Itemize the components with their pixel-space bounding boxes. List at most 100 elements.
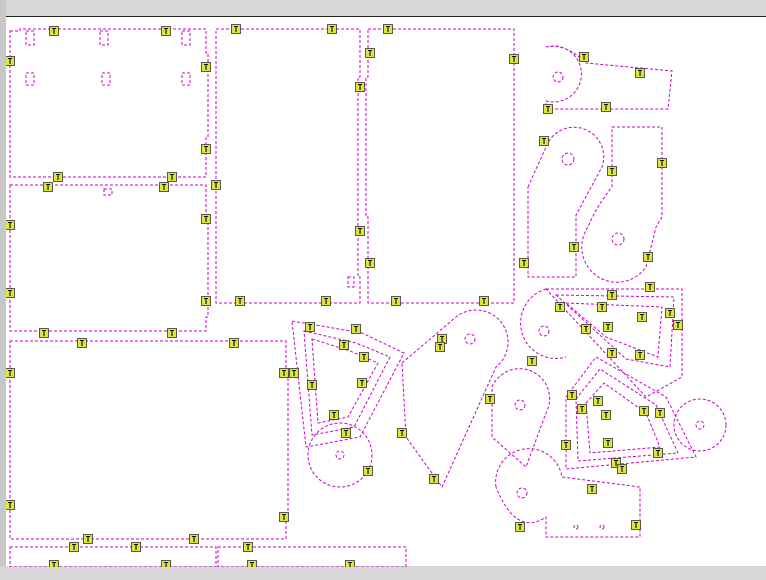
tab-marker[interactable]: T	[279, 368, 289, 379]
tab-marker[interactable]: T	[581, 324, 591, 335]
tab-marker[interactable]: T	[579, 52, 589, 63]
tab-marker[interactable]: T	[321, 296, 331, 307]
tab-marker[interactable]: T	[211, 180, 221, 191]
tab-marker[interactable]: T	[555, 302, 565, 313]
tab-marker[interactable]: T	[515, 522, 525, 533]
tab-marker[interactable]: T	[657, 158, 667, 169]
tab-marker[interactable]: T	[639, 406, 649, 417]
tab-marker[interactable]: T	[643, 252, 653, 263]
tab-marker[interactable]: T	[597, 302, 607, 313]
tab-marker[interactable]: T	[201, 296, 211, 307]
tab-marker[interactable]: T	[397, 428, 407, 439]
tab-marker[interactable]: T	[201, 214, 211, 225]
tab-marker[interactable]: T	[601, 102, 611, 113]
tab-marker[interactable]: T	[561, 440, 571, 451]
tab-marker[interactable]: T	[567, 390, 577, 401]
tab-marker[interactable]: T	[665, 308, 675, 319]
tab-marker[interactable]: T	[357, 378, 367, 389]
tab-marker[interactable]: T	[359, 352, 369, 363]
tab-marker[interactable]: T	[607, 290, 617, 301]
tab-marker[interactable]: T	[83, 534, 93, 545]
tab-marker[interactable]: T	[543, 104, 553, 115]
tab-marker[interactable]: T	[435, 342, 445, 353]
tab-marker[interactable]: T	[49, 560, 59, 568]
tab-marker[interactable]: T	[539, 136, 549, 147]
tab-marker[interactable]: T	[49, 26, 59, 37]
tab-marker[interactable]: T	[637, 312, 647, 323]
tab-marker[interactable]: T	[6, 500, 15, 511]
tab-marker[interactable]: T	[339, 340, 349, 351]
tab-marker[interactable]: T	[655, 408, 665, 419]
tab-marker[interactable]: T	[603, 438, 613, 449]
tab-marker[interactable]: T	[305, 322, 315, 333]
tab-marker-label: T	[8, 289, 13, 298]
tab-marker[interactable]: T	[635, 68, 645, 79]
tab-marker[interactable]: T	[69, 542, 79, 553]
tab-marker[interactable]: T	[617, 464, 627, 475]
tab-marker[interactable]: T	[189, 534, 199, 545]
tab-marker[interactable]: T	[429, 474, 439, 485]
tab-marker[interactable]: T	[201, 144, 211, 155]
part-boss	[307, 422, 373, 488]
tab-marker[interactable]: T	[167, 172, 177, 183]
tab-marker[interactable]: T	[607, 166, 617, 177]
tab-marker[interactable]: T	[673, 320, 683, 331]
tab-marker[interactable]: T	[167, 328, 177, 339]
tab-marker[interactable]: T	[6, 56, 15, 67]
tab-marker[interactable]: T	[645, 282, 655, 293]
tab-marker[interactable]: T	[601, 410, 611, 421]
layout-sheet[interactable]: T T T T T T T T T T T T T T T T T T T T T T T T T T T T T T T T T T T T T T T T…	[6, 17, 766, 567]
tab-marker[interactable]: T	[243, 542, 253, 553]
tab-marker-label: T	[604, 103, 609, 112]
tab-marker[interactable]: T	[485, 394, 495, 405]
tab-marker-label: T	[646, 253, 651, 262]
tab-marker[interactable]: T	[635, 350, 645, 361]
tab-marker[interactable]: T	[341, 428, 351, 439]
tab-marker[interactable]: T	[77, 338, 87, 349]
tab-marker[interactable]: T	[161, 26, 171, 37]
tab-marker[interactable]: T	[6, 220, 15, 231]
tab-marker[interactable]: T	[159, 182, 169, 193]
tab-marker[interactable]: T	[329, 410, 339, 421]
tab-marker[interactable]: T	[327, 24, 337, 35]
tab-marker[interactable]: T	[363, 466, 373, 477]
tab-marker[interactable]: T	[43, 182, 53, 193]
tab-marker[interactable]: T	[231, 24, 241, 35]
tab-marker[interactable]: T	[229, 338, 239, 349]
tab-marker-label: T	[134, 543, 139, 552]
tab-marker[interactable]: T	[603, 322, 613, 333]
tab-marker[interactable]: T	[607, 348, 617, 359]
tab-marker[interactable]: T	[355, 82, 365, 93]
tab-marker[interactable]: T	[307, 380, 317, 391]
tab-marker[interactable]: T	[519, 258, 529, 269]
tab-marker[interactable]: T	[365, 258, 375, 269]
tab-marker[interactable]: T	[235, 296, 245, 307]
tab-marker[interactable]: T	[289, 368, 299, 379]
tab-marker[interactable]: T	[131, 542, 141, 553]
tab-marker[interactable]: T	[6, 368, 15, 379]
tab-marker[interactable]: T	[161, 560, 171, 568]
tab-marker[interactable]: T	[479, 296, 489, 307]
tab-marker[interactable]: T	[577, 404, 587, 415]
tab-marker[interactable]: T	[53, 172, 63, 183]
tab-marker[interactable]: T	[569, 242, 579, 253]
tab-marker[interactable]: T	[201, 62, 211, 73]
tab-marker[interactable]: T	[6, 288, 15, 299]
tab-marker[interactable]: T	[279, 512, 289, 523]
tab-marker[interactable]: T	[587, 484, 597, 495]
tab-marker[interactable]: T	[39, 328, 49, 339]
tab-marker[interactable]: T	[345, 560, 355, 568]
tab-marker[interactable]: T	[631, 520, 641, 531]
tab-marker[interactable]: T	[593, 396, 603, 407]
tab-marker[interactable]: T	[527, 356, 537, 367]
tab-marker[interactable]: T	[653, 448, 663, 459]
tab-marker[interactable]: T	[365, 48, 375, 59]
tab-marker[interactable]: T	[351, 324, 361, 335]
tab-marker[interactable]: T	[391, 296, 401, 307]
tab-marker[interactable]: T	[509, 54, 519, 65]
tab-marker[interactable]: T	[247, 560, 257, 568]
tab-marker-label: T	[606, 439, 611, 448]
tab-marker[interactable]: T	[383, 24, 393, 35]
tab-marker[interactable]: T	[355, 226, 365, 237]
nesting-canvas[interactable]: T T T T T T T T T T T T T T T T T T T T T T T T T T T T T T T T T T T T T T T T…	[6, 16, 766, 567]
